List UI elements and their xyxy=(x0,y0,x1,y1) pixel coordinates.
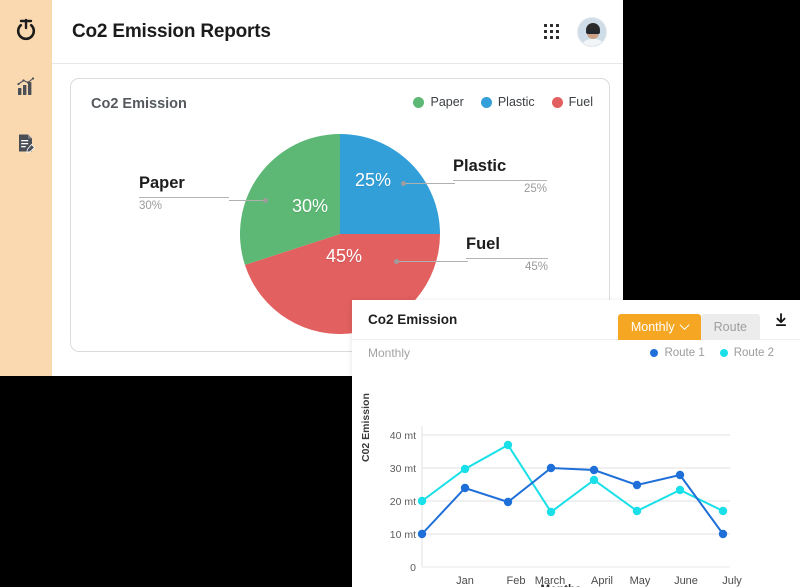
line-panel-subtitle: Monthly xyxy=(368,346,411,360)
divider xyxy=(139,197,229,198)
pie-callout-value-fuel: 45% xyxy=(524,261,548,273)
sidebar xyxy=(0,0,52,376)
top-bar: Co2 Emission Reports xyxy=(52,0,623,64)
tab-monthly-label: Monthly xyxy=(630,319,675,334)
legend-label-route-2: Route 2 xyxy=(733,347,774,359)
leader-line xyxy=(405,183,455,184)
tab-route[interactable]: Route xyxy=(700,313,760,340)
bar-chart-icon xyxy=(17,77,35,95)
co2-emission-line-panel: Co2 Emission Monthly Route Monthly Route… xyxy=(352,300,800,587)
pie-callout-name-fuel: Fuel xyxy=(466,235,500,253)
pie-card-title: Co2 Emission xyxy=(91,96,187,112)
leader-dot xyxy=(401,181,406,186)
tab-monthly[interactable]: Monthly xyxy=(617,313,701,340)
line-chart-svg xyxy=(417,426,730,568)
sidebar-item-analytics[interactable] xyxy=(9,70,43,104)
line-panel-header: Co2 Emission Monthly Route xyxy=(352,300,800,340)
legend-item-paper[interactable]: Paper xyxy=(413,95,464,109)
pie-slice-plastic xyxy=(340,134,440,234)
legend-item-plastic[interactable]: Plastic xyxy=(480,95,535,109)
legend-item-fuel[interactable]: Fuel xyxy=(551,95,593,109)
pie-callout-name-paper: Paper xyxy=(139,174,185,192)
legend-item-route-2[interactable]: Route 2 xyxy=(719,347,774,359)
user-avatar[interactable] xyxy=(577,16,607,47)
pie-callout-fuel: Fuel 45% xyxy=(394,235,548,273)
legend-item-route-1[interactable]: Route 1 xyxy=(650,347,705,359)
leader-dot xyxy=(394,259,399,264)
leader-line xyxy=(398,261,468,262)
line-chart-legend: Route 1 Route 2 xyxy=(650,347,774,359)
legend-dot-paper xyxy=(413,96,425,108)
pie-callout-paper: Paper 30% xyxy=(139,174,268,212)
legend-dot-route-2 xyxy=(719,349,728,357)
legend-label-route-1: Route 1 xyxy=(664,347,705,359)
page-title: Co2 Emission Reports xyxy=(72,20,271,42)
leader-line xyxy=(229,200,265,201)
leader-dot xyxy=(263,198,268,203)
legend-label-plastic: Plastic xyxy=(497,95,535,109)
pie-callout-name-plastic: Plastic xyxy=(453,157,507,175)
pie-legend: Paper Plastic Fuel xyxy=(413,95,593,109)
apps-grid-icon[interactable] xyxy=(544,24,559,39)
line-panel-tabs: Monthly Route xyxy=(617,300,800,340)
clock-logo-icon[interactable] xyxy=(9,14,43,48)
pie-callout-value-paper: 30% xyxy=(139,200,163,212)
screen-root: Co2 Emission Reports Co2 Emission Paper xyxy=(0,0,800,587)
legend-label-fuel: Fuel xyxy=(568,95,593,109)
top-bar-actions xyxy=(544,16,607,47)
legend-dot-route-1 xyxy=(650,349,659,357)
legend-dot-plastic xyxy=(480,96,492,108)
tab-route-label: Route xyxy=(713,319,747,334)
legend-label-paper: Paper xyxy=(430,95,464,109)
divider xyxy=(453,180,547,181)
chevron-down-icon xyxy=(679,320,690,331)
legend-dot-fuel xyxy=(551,96,563,108)
download-icon[interactable] xyxy=(774,312,788,327)
line-panel-title: Co2 Emission xyxy=(368,312,458,327)
line-panel-subheader: Monthly Route 1 Route 2 xyxy=(352,340,800,366)
report-document-icon xyxy=(19,134,36,153)
pie-callout-value-plastic: 25% xyxy=(523,183,547,195)
sidebar-item-reports[interactable] xyxy=(9,126,43,160)
pie-callout-plastic: Plastic 25% xyxy=(401,157,547,195)
divider xyxy=(466,258,548,259)
line-chart-area: C02 Emission 40 mt 30 mt 20 mt 10 mt 0 J… xyxy=(352,366,800,587)
